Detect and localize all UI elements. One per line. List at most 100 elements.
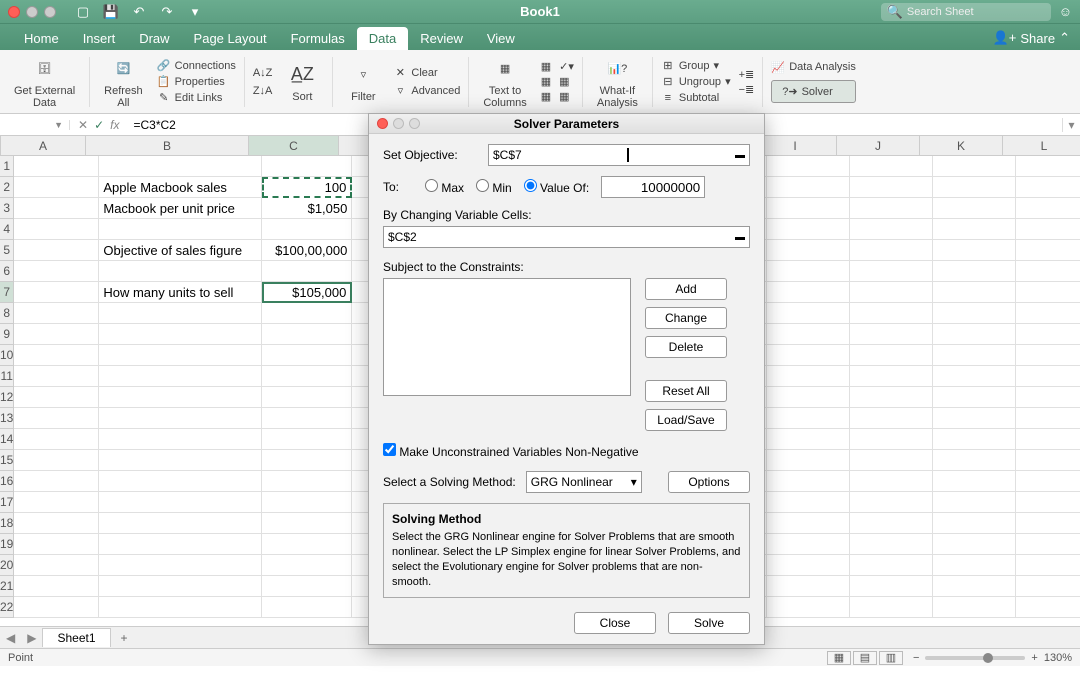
cell-B4[interactable] xyxy=(99,219,262,240)
cell-K19[interactable] xyxy=(933,534,1016,555)
cell-K11[interactable] xyxy=(933,366,1016,387)
options-button[interactable]: Options xyxy=(668,471,750,493)
zoom-in-icon[interactable]: + xyxy=(1031,652,1037,664)
cell-A21[interactable] xyxy=(14,576,99,597)
load-save-button[interactable]: Load/Save xyxy=(645,409,727,431)
close-button[interactable]: Close xyxy=(574,612,656,634)
cell-B16[interactable] xyxy=(99,471,262,492)
cell-K16[interactable] xyxy=(933,471,1016,492)
cell-K15[interactable] xyxy=(933,450,1016,471)
cell-C15[interactable] xyxy=(262,450,352,471)
cell-A2[interactable] xyxy=(14,177,99,198)
cell-K8[interactable] xyxy=(933,303,1016,324)
set-objective-input[interactable]: $C$7▬ xyxy=(488,144,750,166)
cell-B7[interactable]: How many units to sell xyxy=(99,282,262,303)
range-picker-icon[interactable]: ▬ xyxy=(735,150,745,161)
cell-J7[interactable] xyxy=(850,282,933,303)
cell-B1[interactable] xyxy=(99,156,262,177)
search-sheet[interactable]: 🔍 xyxy=(881,3,1051,21)
cell-J10[interactable] xyxy=(850,345,933,366)
cell-C13[interactable] xyxy=(262,408,352,429)
column-header-A[interactable]: A xyxy=(1,136,86,155)
cell-K3[interactable] xyxy=(933,198,1016,219)
add-constraint-button[interactable]: Add xyxy=(645,278,727,300)
cell-A9[interactable] xyxy=(14,324,99,345)
value-of-input[interactable] xyxy=(601,176,705,198)
flash-fill-icon[interactable]: ▦ xyxy=(541,60,551,73)
solving-method-select[interactable]: GRG Nonlinear▾ xyxy=(526,471,642,493)
cell-K13[interactable] xyxy=(933,408,1016,429)
solve-button[interactable]: Solve xyxy=(668,612,750,634)
cell-J18[interactable] xyxy=(850,513,933,534)
cell-B3[interactable]: Macbook per unit price xyxy=(99,198,262,219)
cell-I19[interactable] xyxy=(767,534,850,555)
cell-A19[interactable] xyxy=(14,534,99,555)
cell-I12[interactable] xyxy=(767,387,850,408)
sheet-nav-prev[interactable]: ◀ xyxy=(0,631,21,645)
what-if-analysis[interactable]: 📊? What-If Analysis xyxy=(591,55,644,109)
cell-J13[interactable] xyxy=(850,408,933,429)
minimize-window-icon[interactable] xyxy=(26,6,38,18)
cell-B15[interactable] xyxy=(99,450,262,471)
cell-J14[interactable] xyxy=(850,429,933,450)
sort-asc-icon[interactable]: A↓Z xyxy=(253,67,273,79)
cell-L4[interactable] xyxy=(1016,219,1080,240)
column-header-B[interactable]: B xyxy=(86,136,249,155)
group-button[interactable]: ⊞Group ▾ xyxy=(661,59,731,73)
cell-L20[interactable] xyxy=(1016,555,1080,576)
cell-K9[interactable] xyxy=(933,324,1016,345)
expand-formula-bar-icon[interactable]: ▾ xyxy=(1062,118,1080,132)
tab-page-layout[interactable]: Page Layout xyxy=(182,27,279,50)
cell-I17[interactable] xyxy=(767,492,850,513)
redo-icon[interactable]: ↷ xyxy=(158,3,176,21)
delete-constraint-button[interactable]: Delete xyxy=(645,336,727,358)
cell-K18[interactable] xyxy=(933,513,1016,534)
row-header-4[interactable]: 4 xyxy=(0,219,14,240)
cell-K20[interactable] xyxy=(933,555,1016,576)
row-header-5[interactable]: 5 xyxy=(0,240,14,261)
cell-J15[interactable] xyxy=(850,450,933,471)
cell-C7[interactable]: $105,000 xyxy=(262,282,352,303)
cell-J11[interactable] xyxy=(850,366,933,387)
close-window-icon[interactable] xyxy=(8,6,20,18)
cell-K2[interactable] xyxy=(933,177,1016,198)
advanced-filter-button[interactable]: ▿Advanced xyxy=(393,84,460,98)
cell-B9[interactable] xyxy=(99,324,262,345)
radio-min[interactable]: Min xyxy=(476,179,512,195)
solver-button[interactable]: ?➜Solver xyxy=(771,80,856,103)
cell-I20[interactable] xyxy=(767,555,850,576)
cell-I13[interactable] xyxy=(767,408,850,429)
cell-K1[interactable] xyxy=(933,156,1016,177)
add-sheet-button[interactable]: + xyxy=(111,631,138,645)
cell-I15[interactable] xyxy=(767,450,850,471)
dialog-close-icon[interactable] xyxy=(377,118,388,129)
row-header-15[interactable]: 15 xyxy=(0,450,14,471)
cell-B2[interactable]: Apple Macbook sales xyxy=(99,177,262,198)
cell-L14[interactable] xyxy=(1016,429,1080,450)
cell-C9[interactable] xyxy=(262,324,352,345)
radio-value-of[interactable]: Value Of: xyxy=(524,179,589,195)
cell-I8[interactable] xyxy=(767,303,850,324)
column-header-C[interactable]: C xyxy=(249,136,339,155)
cell-I5[interactable] xyxy=(767,240,850,261)
fx-icon[interactable]: fx xyxy=(110,118,119,132)
cell-C8[interactable] xyxy=(262,303,352,324)
autosave-icon[interactable]: ▢ xyxy=(74,3,92,21)
column-header-L[interactable]: L xyxy=(1003,136,1080,155)
cell-K17[interactable] xyxy=(933,492,1016,513)
cell-B21[interactable] xyxy=(99,576,262,597)
cell-L22[interactable] xyxy=(1016,597,1080,618)
cell-L7[interactable] xyxy=(1016,282,1080,303)
row-header-7[interactable]: 7 xyxy=(0,282,14,303)
sheet-tab-sheet1[interactable]: Sheet1 xyxy=(42,628,110,647)
row-header-6[interactable]: 6 xyxy=(0,261,14,282)
cell-B6[interactable] xyxy=(99,261,262,282)
cell-L1[interactable] xyxy=(1016,156,1080,177)
show-detail-icon[interactable]: +≣ xyxy=(739,68,755,81)
cell-J19[interactable] xyxy=(850,534,933,555)
cell-J8[interactable] xyxy=(850,303,933,324)
cell-A13[interactable] xyxy=(14,408,99,429)
cell-I1[interactable] xyxy=(767,156,850,177)
data-analysis-button[interactable]: 📈Data Analysis xyxy=(771,60,856,74)
cell-B13[interactable] xyxy=(99,408,262,429)
